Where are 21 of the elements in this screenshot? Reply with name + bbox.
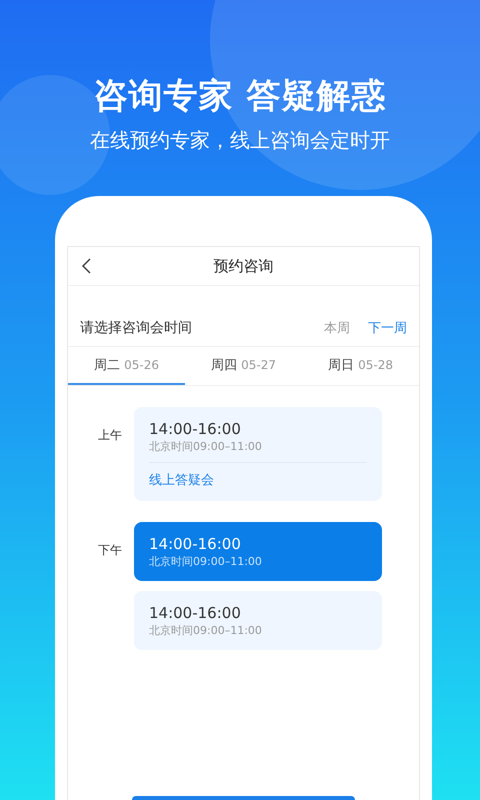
day-tab[interactable]: 周日 05-28 <box>302 347 419 385</box>
week-tab[interactable]: 下一周 <box>368 319 407 337</box>
back-icon[interactable] <box>81 258 91 274</box>
local-time: 北京时间09:00–11:00 <box>149 439 263 454</box>
period-label: 下午 <box>97 542 123 559</box>
day-tab[interactable]: 周二 05-26 <box>68 347 185 385</box>
prompt-text: 请选择咨询会时间 <box>80 319 192 337</box>
period-label: 上午 <box>97 427 123 444</box>
slot-time: 14:00-16:00 <box>149 534 242 554</box>
time-slot-card[interactable]: 14:00-16:00 北京时间09:00–11:00 <box>134 522 382 581</box>
subtitle: 在线预约专家，线上咨询会定时开 <box>90 127 390 154</box>
slot-time: 14:00-16:00 <box>149 419 242 439</box>
local-time: 北京时间09:00–11:00 <box>149 623 263 638</box>
session-type: 线上答疑会 <box>149 472 215 489</box>
local-time: 北京时间09:00–11:00 <box>149 554 263 569</box>
time-slot-card[interactable]: 14:00-16:00 北京时间09:00–11:00 <box>134 591 382 650</box>
screen-title: 预约咨询 <box>214 256 274 276</box>
day-tab[interactable]: 周四 05-27 <box>185 347 302 385</box>
slot-time: 14:00-16:00 <box>149 603 242 623</box>
time-slot-card[interactable]: 14:00-16:00 北京时间09:00–11:00 线上答疑会 <box>134 407 382 501</box>
headline: 咨询专家 答疑解惑 <box>94 75 386 118</box>
